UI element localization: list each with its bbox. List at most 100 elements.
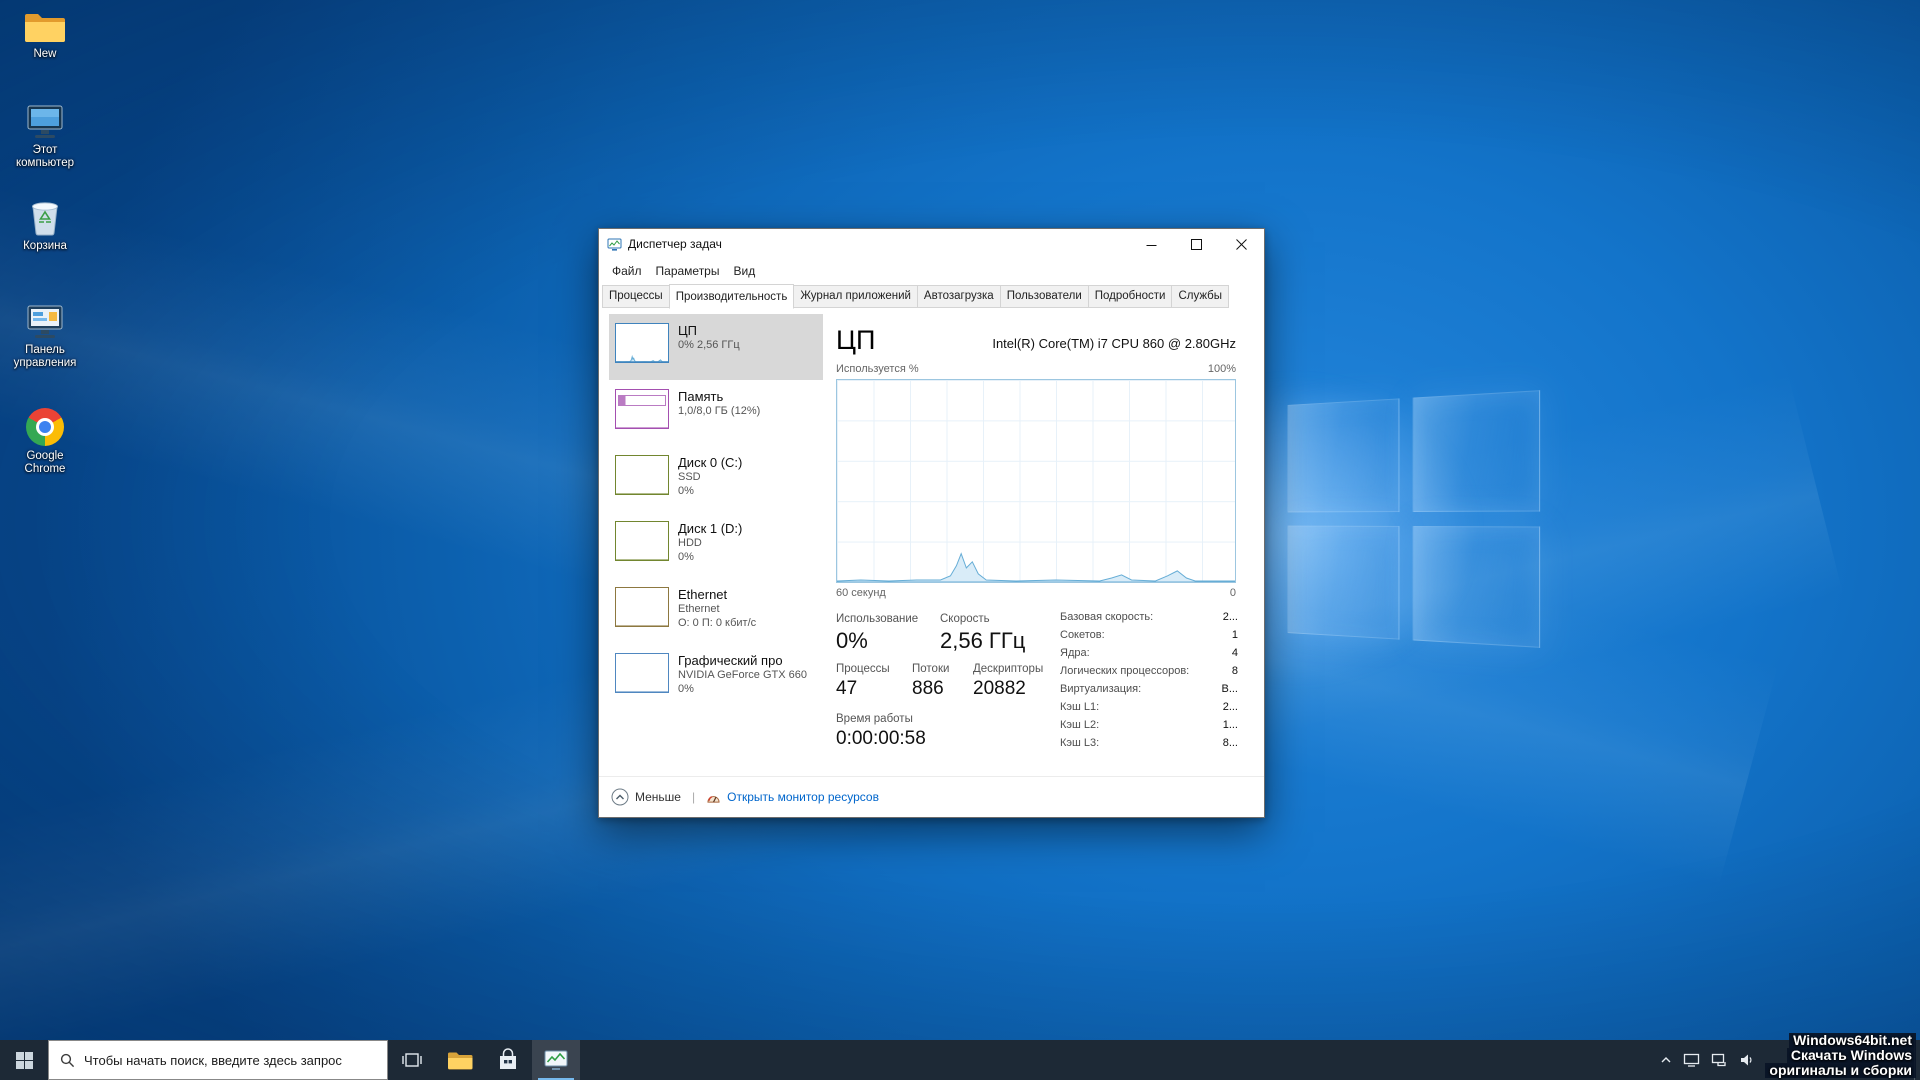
watermark-line: Скачать Windows	[1787, 1048, 1916, 1063]
cpu-thumbnail	[615, 323, 669, 363]
start-button[interactable]	[0, 1040, 48, 1080]
detail-row: Ядра:4	[1060, 644, 1238, 662]
sidebar-item-ethernet[interactable]: Ethernet Ethernet О: 0 П: 0 кбит/с	[609, 578, 823, 644]
panel-title: ЦП	[836, 325, 875, 356]
microsoft-store-button[interactable]	[484, 1040, 532, 1080]
detail-row: Сокетов:1	[1060, 626, 1238, 644]
tab-services[interactable]: Службы	[1171, 285, 1229, 308]
cpu-details: Базовая скорость:2... Сокетов:1 Ядра:4 Л…	[1060, 608, 1238, 752]
hidden-icons-chevron[interactable]	[1660, 1054, 1672, 1066]
store-icon	[497, 1048, 519, 1072]
display-tray-icon[interactable]	[1683, 1053, 1700, 1068]
watermark: Windows64bit.net Скачать Windows оригина…	[1765, 1033, 1916, 1078]
stat-speed: Скорость 2,56 ГГц	[940, 613, 1025, 654]
desktop-icon-this-pc[interactable]: Этот компьютер	[6, 104, 84, 170]
desktop-icon-label: Панель управления	[9, 344, 81, 370]
minimize-icon	[1146, 239, 1157, 250]
stat-processes: Процессы 47	[836, 663, 890, 700]
menu-view[interactable]: Вид	[726, 264, 762, 278]
desktop-icon-control-panel[interactable]: Панель управления	[6, 304, 84, 370]
sidebar-item-disk1[interactable]: Диск 1 (D:) HDD 0%	[609, 512, 823, 578]
resource-monitor-icon	[706, 791, 721, 804]
tab-performance[interactable]: Производительность	[669, 284, 795, 309]
minimize-button[interactable]	[1129, 229, 1174, 259]
cpu-panel: ЦП Intel(R) Core(TM) i7 CPU 860 @ 2.80GH…	[836, 314, 1236, 777]
detail-row: Логических процессоров:8	[1060, 662, 1238, 680]
tab-startup[interactable]: Автозагрузка	[917, 285, 1001, 308]
task-view-icon	[401, 1051, 423, 1069]
stat-threads: Потоки 886	[912, 663, 949, 700]
graph-label-right: 100%	[1208, 363, 1236, 375]
screen: New Этот компьютер Корзина	[0, 0, 1920, 1080]
task-view-button[interactable]	[388, 1040, 436, 1080]
graph-label-bottom-right: 0	[1230, 587, 1236, 599]
folder-icon	[24, 10, 66, 44]
watermark-line: Windows64bit.net	[1789, 1033, 1916, 1048]
file-explorer-icon	[447, 1050, 473, 1071]
windows-logo-icon	[16, 1052, 33, 1069]
window-title: Диспетчер задач	[628, 237, 722, 251]
gpu-thumbnail	[615, 653, 669, 693]
close-button[interactable]	[1219, 229, 1264, 259]
tab-app-history[interactable]: Журнал приложений	[793, 285, 918, 308]
chevron-up-icon	[1660, 1054, 1672, 1066]
task-manager-app-icon	[607, 237, 622, 252]
volume-tray-icon[interactable]	[1739, 1053, 1755, 1067]
stat-uptime: Время работы 0:00:00:58	[836, 713, 926, 750]
maximize-button[interactable]	[1174, 229, 1219, 259]
memory-thumbnail	[615, 389, 669, 429]
sidebar-item-memory[interactable]: Память 1,0/8,0 ГБ (12%)	[609, 380, 823, 446]
menu-options[interactable]: Параметры	[649, 264, 727, 278]
tab-processes[interactable]: Процессы	[602, 285, 670, 308]
desktop-icon-new-folder[interactable]: New	[6, 10, 84, 61]
cpu-usage-graph	[836, 379, 1236, 583]
task-manager-window: Диспетчер задач Файл Параметры Вид Проце…	[598, 228, 1265, 818]
desktop-icon-label: Этот компьютер	[9, 144, 81, 170]
sidebar-item-disk0[interactable]: Диск 0 (C:) SSD 0%	[609, 446, 823, 512]
task-manager-taskbar-button[interactable]	[532, 1040, 580, 1080]
detail-row: Кэш L3:8...	[1060, 734, 1238, 752]
graph-label-bottom-left: 60 секунд	[836, 587, 886, 599]
taskbar-search[interactable]: Чтобы начать поиск, введите здесь запрос	[48, 1040, 388, 1080]
desktop-icon-label: Google Chrome	[9, 450, 81, 476]
stat-handles: Дескрипторы 20882	[973, 663, 1043, 700]
performance-sidebar: ЦП 0% 2,56 ГГц Память 1,0/8,0 ГБ (12%)	[609, 314, 823, 710]
tab-strip: Процессы Производительность Журнал прило…	[599, 283, 1264, 309]
tab-details[interactable]: Подробности	[1088, 285, 1173, 308]
chevron-up-circle-icon	[611, 788, 629, 806]
cpu-model: Intel(R) Core(TM) i7 CPU 860 @ 2.80GHz	[992, 336, 1236, 356]
task-manager-icon	[543, 1048, 569, 1072]
ethernet-thumbnail	[615, 587, 669, 627]
volume-icon	[1739, 1053, 1755, 1067]
chrome-icon	[26, 408, 64, 446]
menu-bar: Файл Параметры Вид	[599, 259, 1264, 283]
desktop-icon-label: New	[33, 48, 56, 61]
sidebar-item-cpu[interactable]: ЦП 0% 2,56 ГГц	[609, 314, 823, 380]
detail-row: Виртуализация:В...	[1060, 680, 1238, 698]
desktop-icon-google-chrome[interactable]: Google Chrome	[6, 408, 84, 476]
detail-row: Кэш L1:2...	[1060, 698, 1238, 716]
system-tray	[1660, 1040, 1755, 1080]
window-controls	[1129, 229, 1264, 259]
maximize-icon	[1191, 239, 1202, 250]
close-icon	[1236, 239, 1247, 250]
performance-body: ЦП 0% 2,56 ГГц Память 1,0/8,0 ГБ (12%)	[599, 308, 1264, 777]
search-icon	[60, 1053, 75, 1068]
network-tray-icon[interactable]	[1711, 1053, 1728, 1068]
fewer-details-button[interactable]: Меньше	[611, 788, 681, 806]
control-panel-icon	[25, 304, 65, 340]
disk0-thumbnail	[615, 455, 669, 495]
open-resource-monitor-link[interactable]: Открыть монитор ресурсов	[706, 790, 879, 804]
title-bar[interactable]: Диспетчер задач	[599, 229, 1264, 259]
desktop-icon-recycle-bin[interactable]: Корзина	[6, 198, 84, 253]
footer-separator: |	[692, 790, 695, 804]
stat-usage: Использование 0%	[836, 613, 918, 654]
tab-users[interactable]: Пользователи	[1000, 285, 1089, 308]
menu-file[interactable]: Файл	[605, 264, 649, 278]
sidebar-item-gpu[interactable]: Графический про NVIDIA GeForce GTX 660 0…	[609, 644, 823, 710]
desktop-icon-label: Корзина	[23, 240, 67, 253]
detail-row: Кэш L2:1...	[1060, 716, 1238, 734]
file-explorer-button[interactable]	[436, 1040, 484, 1080]
network-icon	[1711, 1053, 1728, 1068]
taskbar: Чтобы начать поиск, введите здесь запрос	[0, 1040, 1920, 1080]
